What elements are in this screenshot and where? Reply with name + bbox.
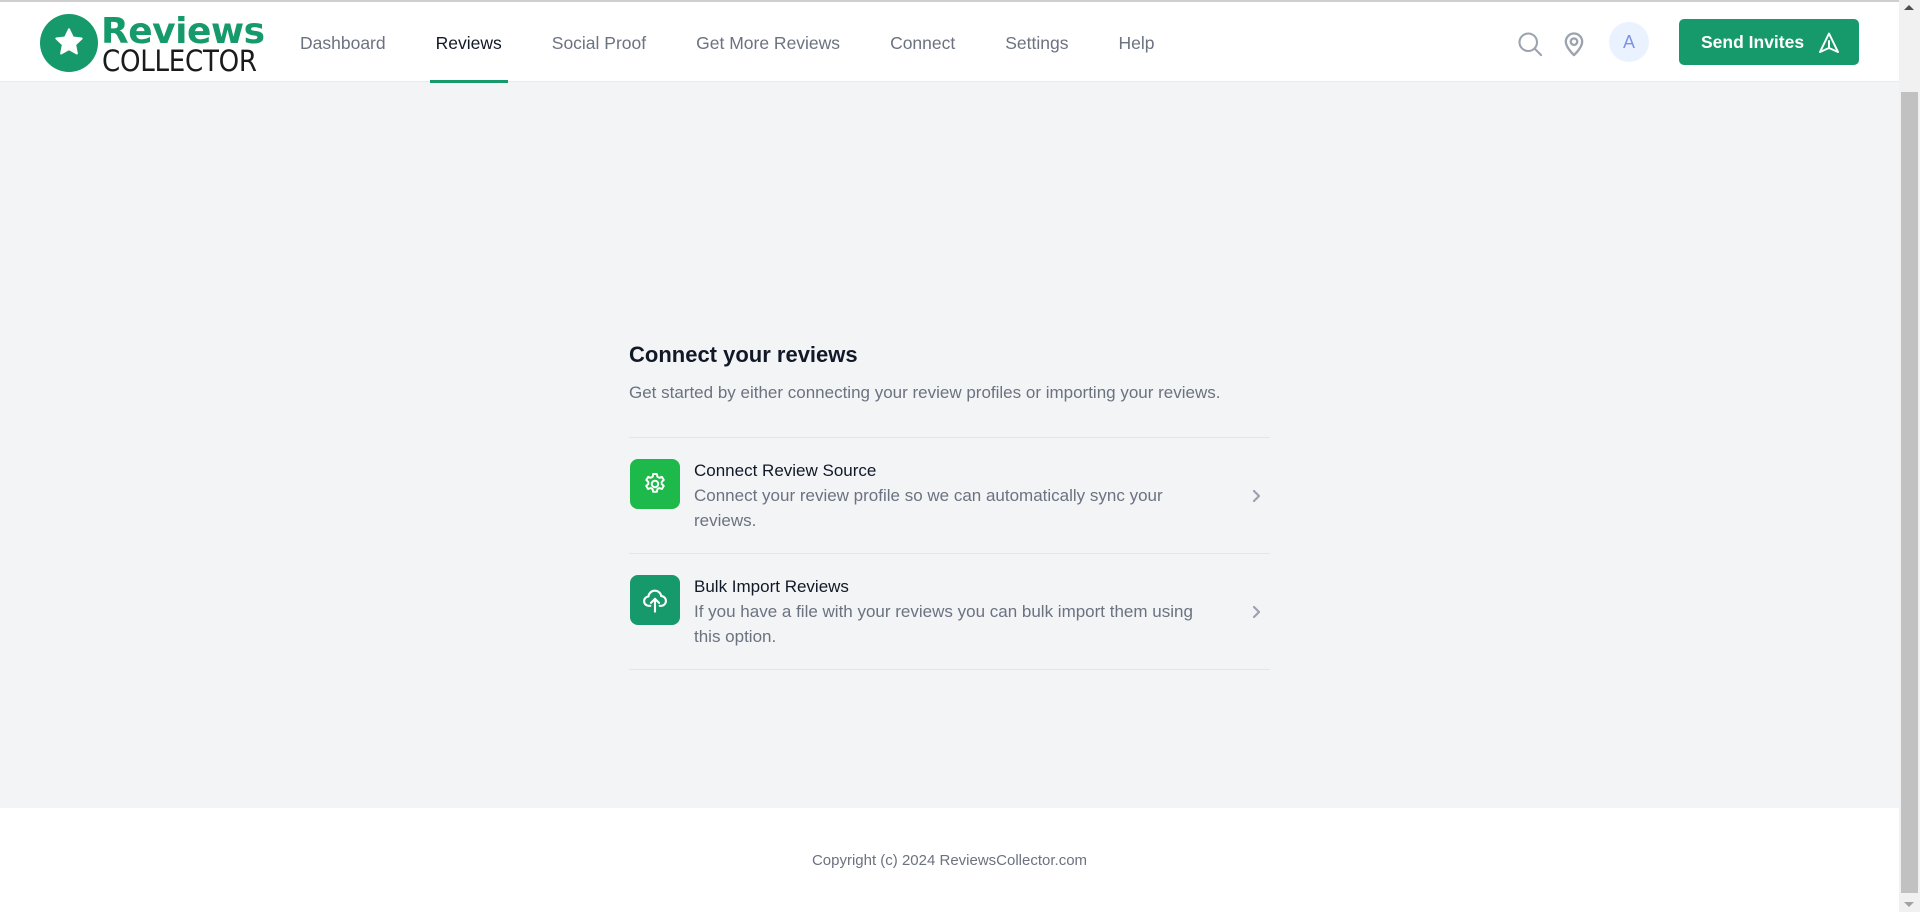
connect-reviews-panel: Connect your reviews Get started by eith… (629, 340, 1270, 670)
vertical-scrollbar[interactable] (1899, 0, 1920, 912)
option-title: Bulk Import Reviews (694, 577, 849, 596)
main-nav: Dashboard Reviews Social Proof Get More … (300, 2, 1204, 83)
scrollbar-thumb[interactable] (1901, 92, 1918, 893)
logo[interactable]: Reviews COLLECTOR (40, 11, 270, 78)
nav-item-connect[interactable]: Connect (890, 2, 955, 82)
chevron-right-icon (1252, 605, 1261, 619)
nav-item-get-more-reviews[interactable]: Get More Reviews (696, 2, 840, 82)
option-text: Bulk Import Reviews If you have a file w… (694, 574, 1224, 649)
option-description: Connect your review profile so we can au… (694, 486, 1163, 530)
option-icon-box (630, 459, 680, 509)
option-description: If you have a file with your reviews you… (694, 602, 1193, 646)
page-subtitle: Get started by either connecting your re… (629, 383, 1221, 402)
option-bulk-import-reviews[interactable]: Bulk Import Reviews If you have a file w… (629, 554, 1270, 670)
option-connect-review-source[interactable]: Connect Review Source Connect your revie… (629, 438, 1270, 554)
options-list: Connect Review Source Connect your revie… (629, 437, 1270, 670)
page-footer: Copyright (c) 2024 ReviewsCollector.com (0, 808, 1899, 912)
nav-item-settings[interactable]: Settings (1005, 2, 1068, 82)
send-invites-button[interactable]: Send Invites (1679, 19, 1859, 65)
location-button[interactable] (1560, 30, 1588, 58)
map-pin-icon (1564, 32, 1584, 57)
scroll-down-arrow-icon[interactable] (1904, 902, 1914, 907)
search-icon (1518, 32, 1543, 57)
option-title: Connect Review Source (694, 461, 877, 480)
copyright-text: Copyright (c) 2024 ReviewsCollector.com (811, 852, 1088, 869)
user-avatar[interactable]: A (1609, 22, 1649, 62)
logo-badge (40, 14, 98, 72)
option-icon-box (630, 575, 680, 625)
nav-item-reviews[interactable]: Reviews (429, 2, 508, 83)
nav-item-social-proof[interactable]: Social Proof (552, 2, 646, 82)
send-icon (1819, 32, 1839, 53)
nav-item-dashboard[interactable]: Dashboard (300, 2, 386, 82)
page-title: Connect your reviews (629, 342, 858, 367)
scroll-up-arrow-icon[interactable] (1904, 5, 1914, 10)
search-button[interactable] (1516, 30, 1544, 58)
nav-item-help[interactable]: Help (1118, 2, 1154, 82)
chevron-right-icon (1252, 489, 1261, 503)
star-icon (55, 28, 83, 55)
option-text: Connect Review Source Connect your revie… (694, 458, 1224, 533)
gear-icon (645, 473, 665, 493)
send-invites-label: Send Invites (1701, 31, 1805, 52)
top-navbar: Reviews COLLECTOR Dashboard Reviews Soci… (0, 2, 1899, 83)
cloud-upload-icon (643, 589, 667, 613)
logo-text-secondary: COLLECTOR (102, 44, 257, 78)
